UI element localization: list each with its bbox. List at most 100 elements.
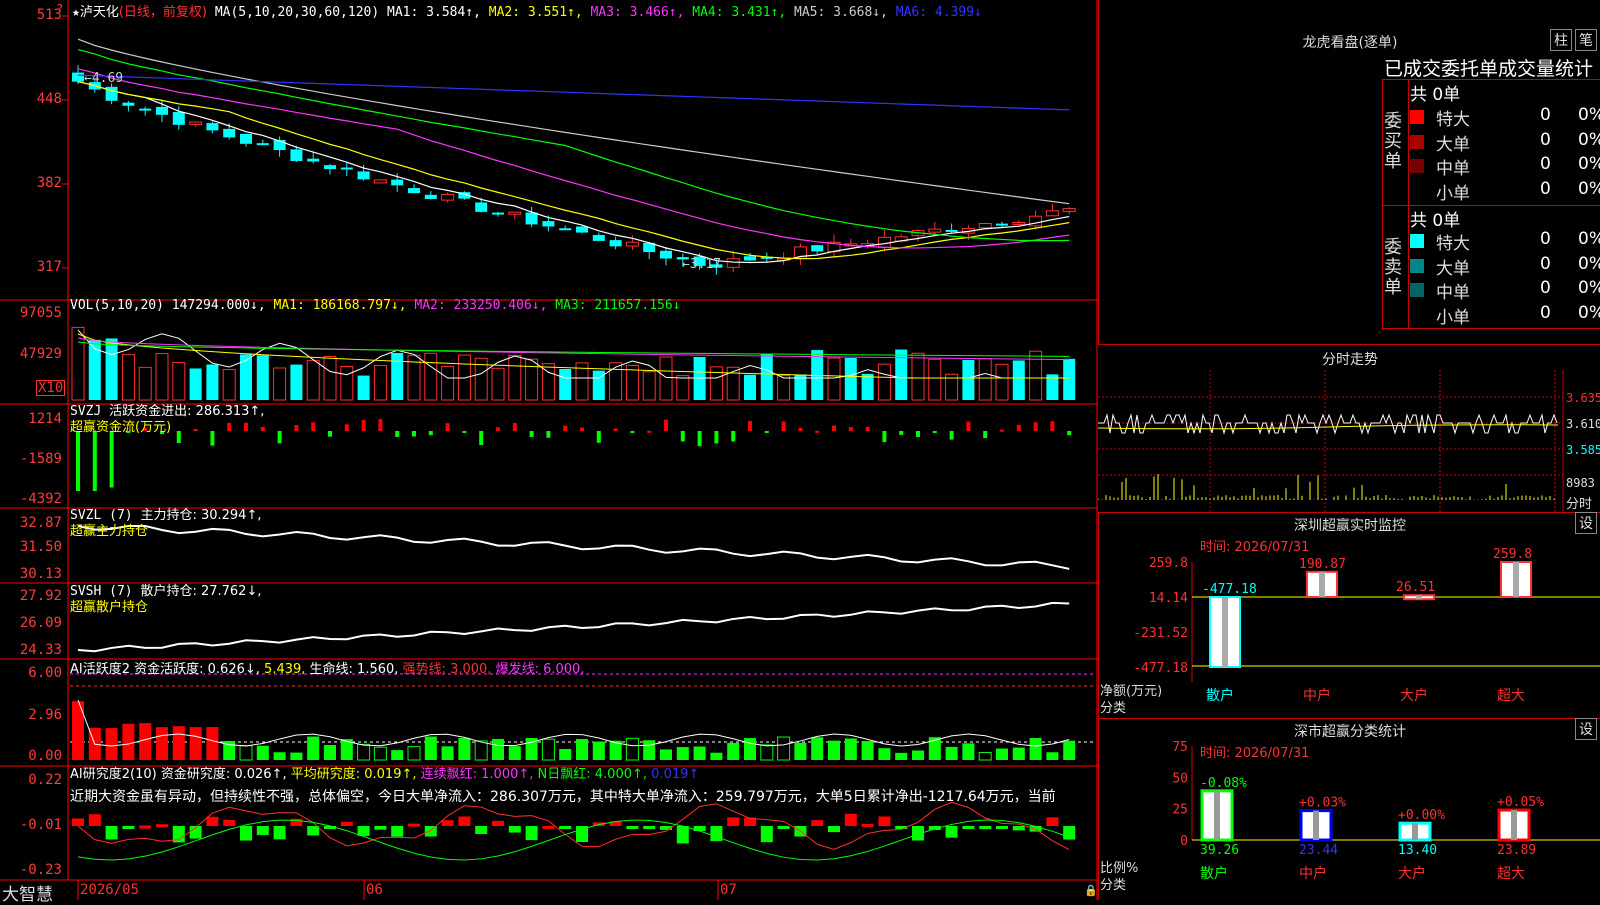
flow-bar (899, 431, 904, 435)
flow-bar (949, 431, 954, 440)
ma-line (77, 68, 1070, 249)
research-bar (828, 826, 840, 833)
activity-bar (474, 740, 488, 761)
flow-bar (512, 423, 517, 431)
activity-bar (559, 748, 572, 760)
ma-labels: MA1: 3.584↑, MA2: 3.551↑, MA3: 3.466↑, M… (387, 5, 982, 20)
xaxis-label-2: 06 (366, 882, 383, 898)
volume-bar (844, 357, 857, 400)
volume-bar (609, 362, 623, 401)
candle-body (996, 223, 1008, 226)
y-axis-label: 2.96 (28, 707, 62, 723)
candle-body (324, 165, 336, 170)
class-category: 中户 (1299, 865, 1327, 882)
monitor-bar-shade (1222, 597, 1228, 667)
research-bar (408, 823, 420, 827)
volume-bar (877, 363, 891, 401)
ai-active-header: AI活跃度2 (70, 662, 130, 677)
activity-bar (407, 746, 421, 761)
flow-bar (76, 431, 80, 491)
volume-bar (424, 352, 438, 401)
volume-bar (525, 358, 539, 401)
high-label: ←4.69 (84, 71, 123, 86)
star-icon[interactable]: ★ (72, 5, 80, 20)
brand-label: 大智慧 (2, 885, 53, 905)
vol-ma2: MA2: 233250.406↓, (414, 298, 548, 313)
research-bar (525, 826, 538, 841)
activity-bar (172, 726, 185, 760)
flow-bar (848, 427, 853, 431)
monitor-bar-label: 259.8 (1493, 547, 1532, 562)
class-value-label: 13.40 (1398, 843, 1437, 858)
flow-bar (193, 428, 198, 431)
ai-active-title: AI活跃度2 资金活跃度: 0.626↓, 5.439, 生命线: 1.560,… (70, 658, 584, 677)
legend-swatch (1410, 258, 1424, 273)
volume-bar (290, 364, 303, 400)
fenshi-chart[interactable] (1098, 370, 1600, 514)
class-y-label: 25 (1172, 803, 1188, 818)
activity-bar (324, 744, 336, 760)
activity-bar (962, 743, 975, 760)
class-pct-label: -0.08% (1200, 776, 1247, 791)
monitor-category: 大户 (1400, 687, 1428, 704)
activity-bar (1029, 738, 1042, 760)
row-value: 0 (1540, 178, 1551, 199)
flow-bar (378, 419, 383, 431)
row-value: 0 (1540, 229, 1551, 249)
research-bar (979, 826, 992, 830)
candle-body (945, 229, 958, 232)
sz-class-cat-label: 分类 (1100, 878, 1127, 893)
ai-active-b: 5.439, (264, 662, 306, 677)
candle-body (1062, 208, 1076, 213)
research-bar (844, 813, 857, 826)
research-bar (1046, 817, 1059, 826)
svzj-sub: 超赢资金流(万元) (70, 420, 172, 435)
volume-bar (659, 356, 673, 401)
activity-bar (122, 723, 135, 760)
fenshi-title: 分时走势 (1322, 352, 1378, 368)
research-bar (559, 826, 572, 829)
longhu-bar-button[interactable]: 柱 (1550, 29, 1572, 51)
buy-total: 共 0单 (1410, 85, 1461, 105)
candle-body (508, 211, 522, 215)
row-value: 0 (1540, 253, 1551, 274)
flow-bar (244, 422, 248, 431)
fenshi-y1: 3.635 (1566, 391, 1600, 405)
class-value-label: 39.26 (1200, 843, 1239, 858)
flow-bar (92, 431, 97, 491)
activity-bar (189, 727, 202, 760)
fenshi-y3: 3.585 (1566, 443, 1600, 457)
volume-bar (491, 367, 505, 401)
research-bar (760, 826, 773, 843)
monitor-bar-shade (1513, 562, 1519, 597)
research-bar (139, 825, 152, 829)
legend-swatch (1410, 283, 1424, 297)
flow-bar (260, 426, 265, 431)
legend-swatch (1410, 134, 1424, 149)
volume-bar (508, 355, 522, 401)
flow-bar (428, 431, 433, 436)
activity-bar (273, 752, 286, 760)
side-char: 委 (1384, 111, 1402, 132)
longhu-tick-button[interactable]: 笔 (1575, 29, 1597, 51)
flow-bar (412, 431, 416, 437)
candle-body (139, 108, 152, 111)
lock-icon[interactable]: 🔒 (1084, 884, 1098, 897)
candle-body (373, 179, 387, 184)
chart-area[interactable]: ←4.69 ←3.17 ★泸天化(日线，前复权) MA(5,10,20,30,60… (0, 0, 1098, 905)
volume-bar (709, 366, 723, 401)
volume-bar (1012, 360, 1025, 400)
activity-bar (828, 740, 840, 760)
research-bar (727, 817, 740, 826)
candle-body (475, 202, 488, 212)
flow-bar (748, 421, 752, 431)
research-bar (374, 826, 387, 830)
longhu-subtitle: 已成交委托单成交量统计 (1384, 58, 1594, 80)
volume-bar (340, 365, 354, 401)
ai-active-a: 资金活跃度: 0.626↓, (134, 662, 260, 677)
candle-body (156, 106, 168, 115)
research-bar (643, 826, 656, 829)
candle-body (408, 188, 420, 194)
research-bar (710, 826, 723, 842)
ai-active-c: 生命线: 1.560, (309, 662, 399, 677)
